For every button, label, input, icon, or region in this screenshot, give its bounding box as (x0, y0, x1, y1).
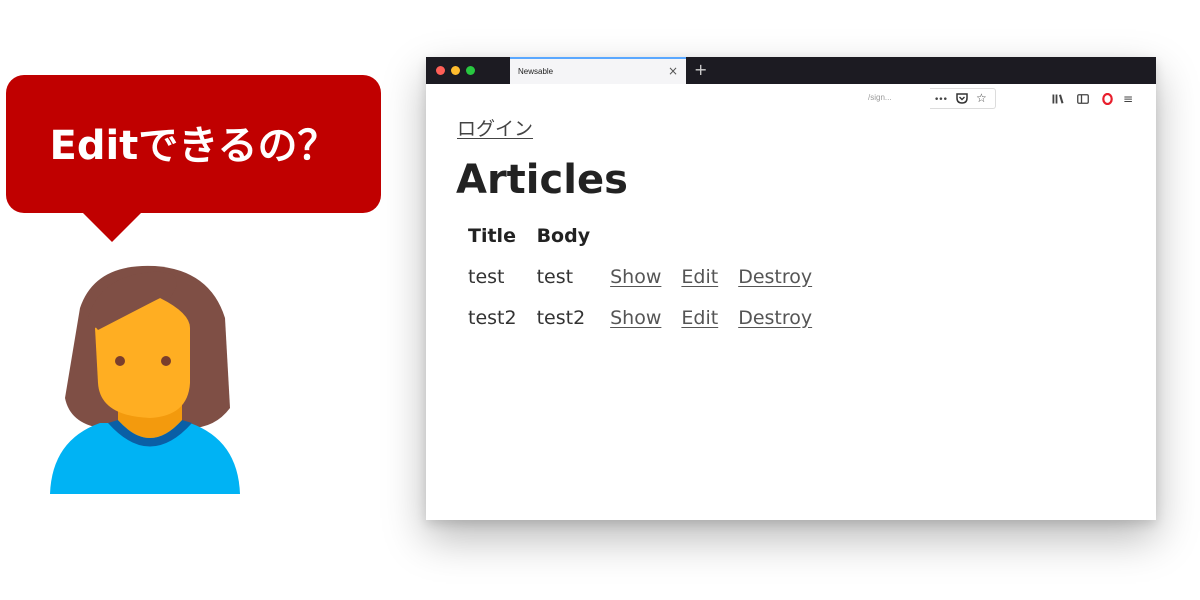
page-title: Articles (456, 157, 628, 203)
browser-titlebar: Newsable × + (426, 57, 1156, 84)
browser-window: Newsable × + /sign... ••• ☆ ≡ ログイン Artic… (426, 57, 1156, 520)
table-row: test2 test2 Show Edit Destroy (460, 297, 822, 338)
column-header-title: Title (468, 225, 516, 247)
cell-title: test2 (468, 306, 517, 329)
close-window-button[interactable] (436, 66, 445, 75)
articles-table: Title Body test test Show Edit Destroy t… (460, 216, 822, 338)
show-link[interactable]: Show (610, 307, 661, 329)
edit-link[interactable]: Edit (681, 266, 718, 288)
show-link[interactable]: Show (610, 266, 661, 288)
user-avatar-icon (50, 265, 240, 494)
stage: Editできるの？ Newsable × + /sign... ••• ☆ ≡ … (0, 0, 1200, 600)
speech-bubble: Editできるの？ (6, 75, 381, 213)
edit-link[interactable]: Edit (681, 307, 718, 329)
login-link[interactable]: ログイン (457, 114, 533, 141)
page-content: ログイン Articles Title Body test test Show … (426, 84, 1156, 520)
table-header-row: Title Body (460, 216, 822, 256)
close-tab-icon[interactable]: × (668, 63, 678, 79)
destroy-link[interactable]: Destroy (738, 307, 812, 329)
speech-bubble-text: Editできるの？ (49, 123, 338, 169)
browser-tab[interactable]: Newsable × (510, 57, 686, 84)
minimize-window-button[interactable] (451, 66, 460, 75)
new-tab-icon[interactable]: + (694, 59, 707, 81)
table-row: test test Show Edit Destroy (460, 256, 822, 297)
column-header-body: Body (536, 225, 591, 247)
cell-title: test (468, 265, 505, 288)
cell-body: test2 (536, 306, 586, 329)
maximize-window-button[interactable] (466, 66, 475, 75)
cell-body: test (536, 265, 574, 288)
tab-title: Newsable (518, 67, 554, 76)
speech-bubble-tail (82, 212, 142, 242)
destroy-link[interactable]: Destroy (738, 266, 812, 288)
